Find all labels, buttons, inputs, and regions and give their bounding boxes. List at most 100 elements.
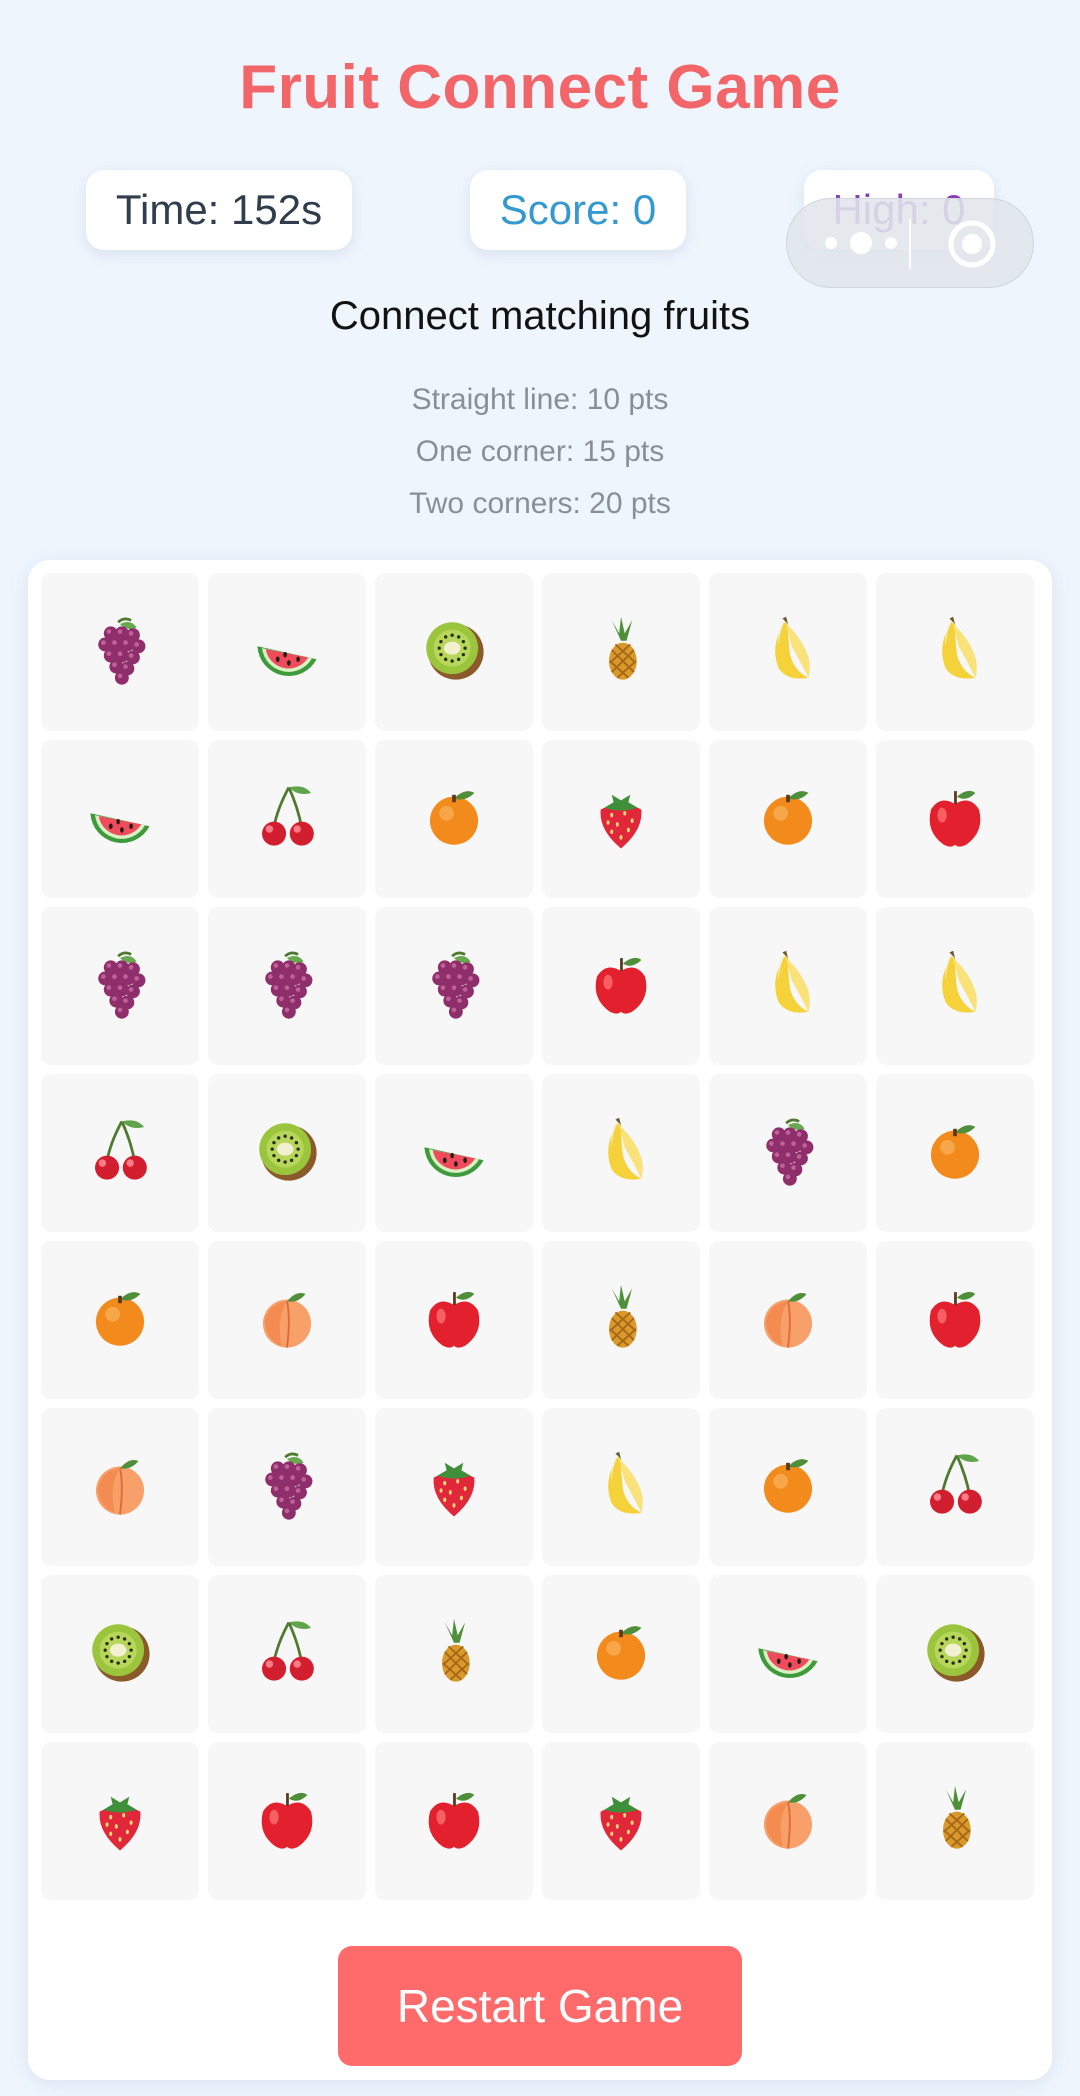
tile-peach[interactable] bbox=[208, 1241, 366, 1399]
restart-game-button[interactable]: Restart Game bbox=[338, 1946, 742, 2066]
tile-watermelon[interactable] bbox=[375, 1074, 533, 1232]
tile-grapes[interactable] bbox=[208, 907, 366, 1065]
tile-banana[interactable] bbox=[709, 573, 867, 731]
orange-icon bbox=[83, 1281, 157, 1360]
strawberry-icon bbox=[584, 780, 658, 859]
tile-cherries[interactable] bbox=[876, 1408, 1034, 1566]
tile-orange[interactable] bbox=[709, 1408, 867, 1566]
tile-cherries[interactable] bbox=[208, 1575, 366, 1733]
watermelon-icon bbox=[751, 1615, 825, 1694]
orange-icon bbox=[751, 780, 825, 859]
score-display: Score: 0 bbox=[470, 170, 686, 250]
tile-pineapple[interactable] bbox=[375, 1575, 533, 1733]
orange-icon bbox=[417, 780, 491, 859]
tile-kiwi[interactable] bbox=[41, 1575, 199, 1733]
tile-apple[interactable] bbox=[208, 1742, 366, 1900]
peach-icon bbox=[83, 1448, 157, 1527]
tile-grapes[interactable] bbox=[208, 1408, 366, 1566]
tile-watermelon[interactable] bbox=[208, 573, 366, 731]
tile-kiwi[interactable] bbox=[876, 1575, 1034, 1733]
tile-peach[interactable] bbox=[41, 1408, 199, 1566]
watermelon-icon bbox=[250, 613, 324, 692]
grapes-icon bbox=[417, 947, 491, 1026]
tile-apple[interactable] bbox=[542, 907, 700, 1065]
tile-grapes[interactable] bbox=[41, 907, 199, 1065]
tile-orange[interactable] bbox=[41, 1241, 199, 1399]
kiwi-icon bbox=[250, 1114, 324, 1193]
more-dots-icon[interactable] bbox=[819, 225, 909, 261]
grapes-icon bbox=[250, 947, 324, 1026]
instruction-text: Connect matching fruits bbox=[329, 294, 751, 338]
pineapple-icon bbox=[584, 613, 658, 692]
tile-watermelon[interactable] bbox=[709, 1575, 867, 1733]
tile-strawberry[interactable] bbox=[542, 740, 700, 898]
tile-grid bbox=[41, 573, 1039, 1900]
tile-grapes[interactable] bbox=[709, 1074, 867, 1232]
tile-banana[interactable] bbox=[876, 907, 1034, 1065]
tile-apple[interactable] bbox=[876, 740, 1034, 898]
tile-orange[interactable] bbox=[542, 1575, 700, 1733]
banana-icon bbox=[584, 1114, 658, 1193]
target-close-icon[interactable] bbox=[947, 219, 997, 269]
cherries-icon bbox=[250, 780, 324, 859]
strawberry-icon bbox=[83, 1782, 157, 1861]
pineapple-icon bbox=[584, 1281, 658, 1360]
apple-icon bbox=[417, 1782, 491, 1861]
tile-peach[interactable] bbox=[709, 1241, 867, 1399]
banana-icon bbox=[918, 947, 992, 1026]
peach-icon bbox=[751, 1782, 825, 1861]
tile-peach[interactable] bbox=[709, 1742, 867, 1900]
cherries-icon bbox=[250, 1615, 324, 1694]
time-display: Time: 152s bbox=[86, 170, 352, 250]
banana-icon bbox=[751, 613, 825, 692]
peach-icon bbox=[751, 1281, 825, 1360]
tile-grapes[interactable] bbox=[41, 573, 199, 731]
tile-pineapple[interactable] bbox=[542, 573, 700, 731]
tile-kiwi[interactable] bbox=[208, 1074, 366, 1232]
tile-strawberry[interactable] bbox=[542, 1742, 700, 1900]
rule-straight-line: Straight line: 10 pts bbox=[411, 383, 669, 416]
orange-icon bbox=[918, 1114, 992, 1193]
kiwi-icon bbox=[83, 1615, 157, 1694]
game-board bbox=[28, 560, 1052, 2080]
watermelon-icon bbox=[83, 780, 157, 859]
tile-cherries[interactable] bbox=[208, 740, 366, 898]
tile-strawberry[interactable] bbox=[41, 1742, 199, 1900]
rule-one-corner: One corner: 15 pts bbox=[415, 435, 665, 468]
apple-icon bbox=[250, 1782, 324, 1861]
tile-orange[interactable] bbox=[876, 1074, 1034, 1232]
strawberry-icon bbox=[584, 1782, 658, 1861]
tile-cherries[interactable] bbox=[41, 1074, 199, 1232]
tile-kiwi[interactable] bbox=[375, 573, 533, 731]
apple-icon bbox=[918, 1281, 992, 1360]
tile-orange[interactable] bbox=[709, 740, 867, 898]
orange-icon bbox=[751, 1448, 825, 1527]
tile-apple[interactable] bbox=[375, 1742, 533, 1900]
cherries-icon bbox=[918, 1448, 992, 1527]
rule-two-corners: Two corners: 20 pts bbox=[409, 487, 671, 520]
tile-apple[interactable] bbox=[876, 1241, 1034, 1399]
banana-icon bbox=[918, 613, 992, 692]
tile-banana[interactable] bbox=[542, 1074, 700, 1232]
orange-icon bbox=[584, 1615, 658, 1694]
capsule-divider bbox=[909, 219, 911, 269]
tile-pineapple[interactable] bbox=[876, 1742, 1034, 1900]
apple-icon bbox=[584, 947, 658, 1026]
tile-watermelon[interactable] bbox=[41, 740, 199, 898]
apple-icon bbox=[918, 780, 992, 859]
pineapple-icon bbox=[417, 1615, 491, 1694]
tile-pineapple[interactable] bbox=[542, 1241, 700, 1399]
grapes-icon bbox=[83, 947, 157, 1026]
tile-orange[interactable] bbox=[375, 740, 533, 898]
apple-icon bbox=[417, 1281, 491, 1360]
peach-icon bbox=[250, 1281, 324, 1360]
tile-apple[interactable] bbox=[375, 1241, 533, 1399]
tile-banana[interactable] bbox=[876, 573, 1034, 731]
tile-grapes[interactable] bbox=[375, 907, 533, 1065]
tile-strawberry[interactable] bbox=[375, 1408, 533, 1566]
tile-banana[interactable] bbox=[542, 1408, 700, 1566]
page-title: Fruit Connect Game bbox=[239, 53, 841, 122]
kiwi-icon bbox=[918, 1615, 992, 1694]
banana-icon bbox=[751, 947, 825, 1026]
tile-banana[interactable] bbox=[709, 907, 867, 1065]
